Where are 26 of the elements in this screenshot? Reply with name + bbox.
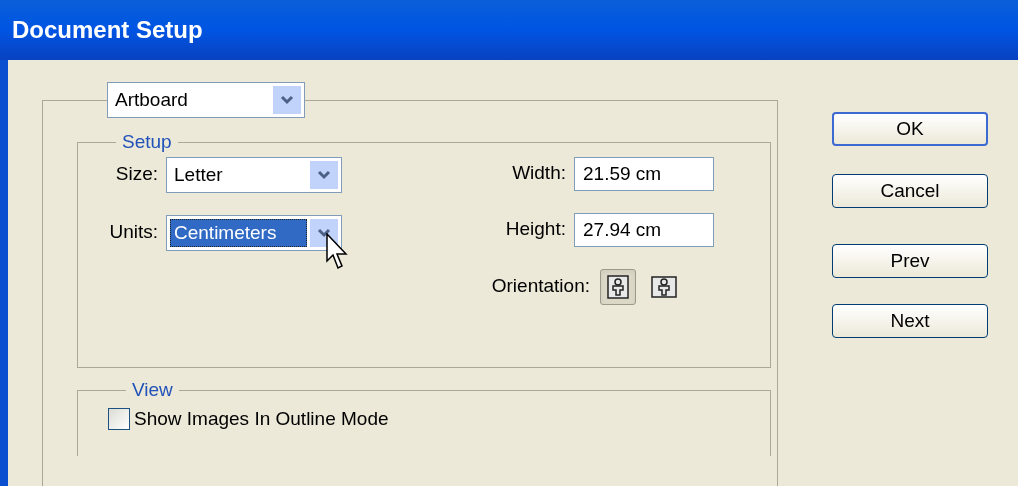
view-legend: View <box>126 376 179 405</box>
field-label: Height: <box>505 217 566 242</box>
person-page-icon <box>607 274 629 299</box>
field-label: Units: <box>108 220 158 245</box>
input-field[interactable]: 27.94 cm <box>574 212 714 247</box>
orientation-button[interactable] <box>600 268 636 305</box>
field-label: Width: <box>512 161 566 186</box>
mouse-pointer-icon <box>326 232 348 271</box>
setup-legend: Setup <box>116 128 178 157</box>
dialog-button[interactable]: OK <box>832 112 988 146</box>
dropdown[interactable]: Artboard <box>107 82 305 118</box>
caret-icon <box>317 227 331 238</box>
dropdown[interactable]: Letter <box>166 156 342 193</box>
checkbox-label: Show Images In Outline Mode <box>134 406 389 431</box>
caret-icon <box>280 95 294 105</box>
dialog-button[interactable]: Cancel <box>832 174 988 208</box>
caret-icon <box>317 169 331 180</box>
field-label: Size: <box>114 162 158 187</box>
field-label: Orientation: <box>491 274 590 299</box>
checkbox[interactable] <box>108 407 130 430</box>
dialog-button[interactable]: Next <box>832 304 988 338</box>
window-title: Document Setup <box>12 15 203 45</box>
dialog-button[interactable]: Prev <box>832 244 988 278</box>
person-page-icon <box>651 275 677 298</box>
input-field[interactable]: 21.59 cm <box>574 156 714 191</box>
dropdown[interactable]: Centimeters <box>166 214 342 251</box>
